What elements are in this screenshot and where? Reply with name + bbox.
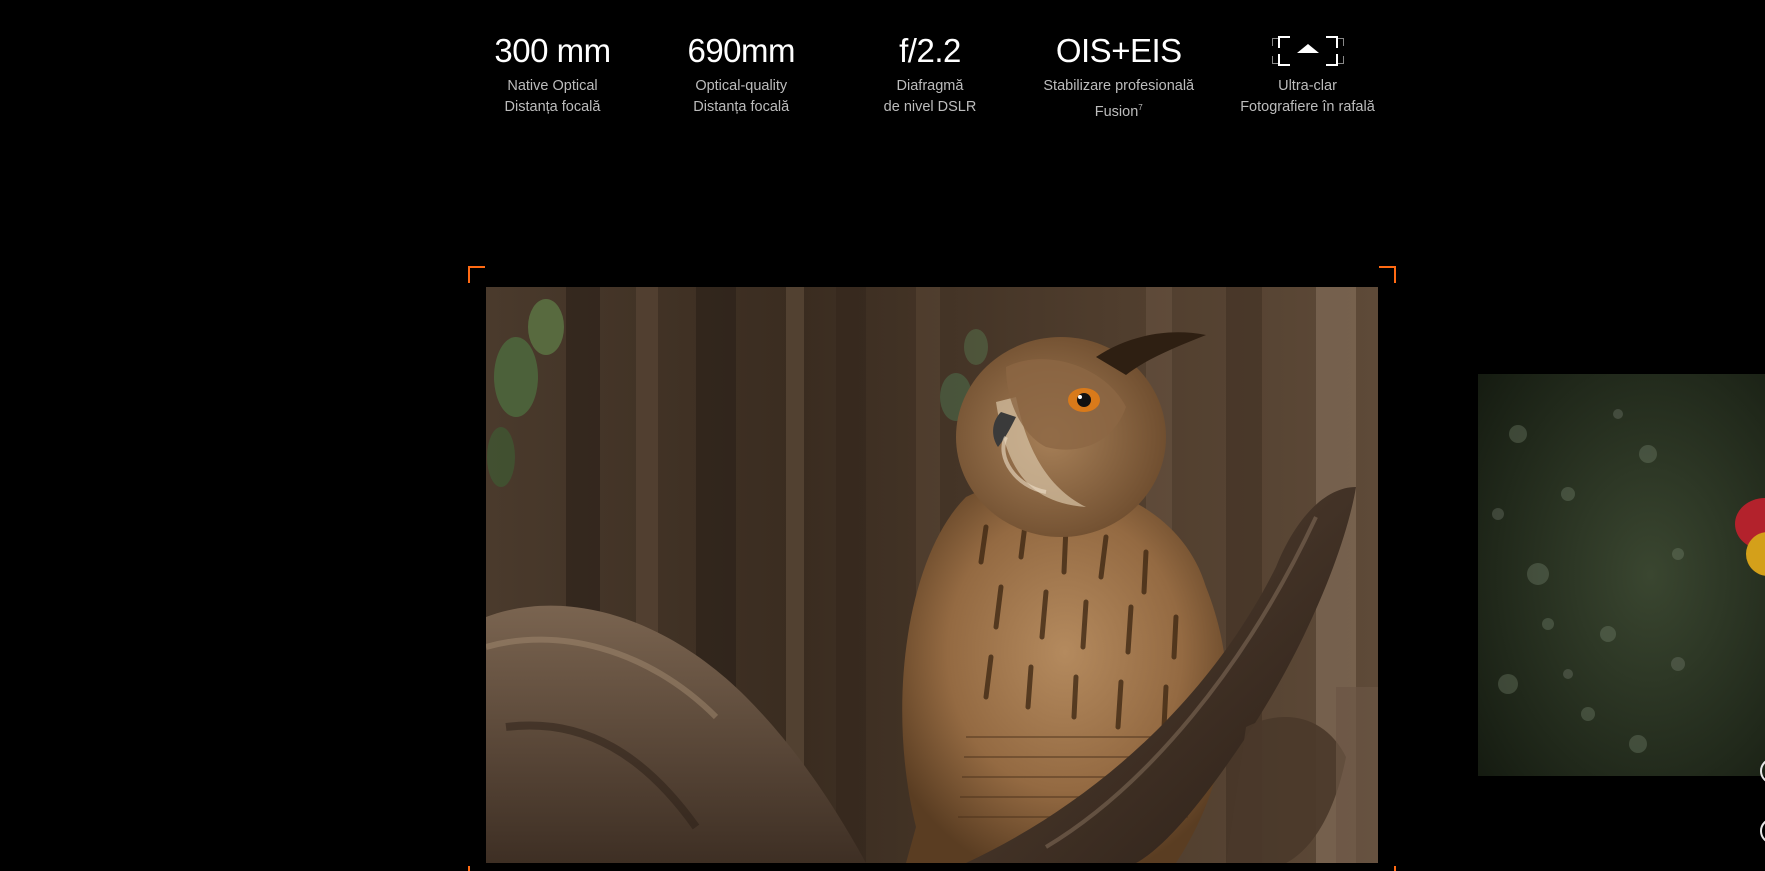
burst-shot-icon xyxy=(1268,34,1348,68)
bird-photo[interactable] xyxy=(1478,374,1765,776)
camera-feature-section: 300 mm Native Optical Distanța focală 69… xyxy=(0,0,1765,871)
frame-corner-bottom-right xyxy=(1379,866,1396,871)
spec-caption-line1: Optical-quality xyxy=(695,78,788,94)
spec-caption: Native Optical Distanța focală xyxy=(465,76,640,118)
footnote-marker: 7 xyxy=(1138,103,1143,112)
spec-value: OIS+EIS xyxy=(1055,32,1182,69)
spec-aperture: f/2.2 Diafragmă de nivel DSLR xyxy=(843,30,1018,123)
spec-caption-line1: Stabilizare profesională xyxy=(1043,78,1195,94)
frame-corner-bottom-left xyxy=(468,866,485,871)
spec-optical-quality-focal-length: 690mm Optical-quality Distanța focală xyxy=(654,30,829,123)
spec-caption-line1: Ultra-clar xyxy=(1278,78,1337,94)
spec-caption-line2: de nivel DSLR xyxy=(883,99,977,115)
spec-caption-line1: Diafragmă xyxy=(896,78,964,94)
spec-caption-line1: Native Optical xyxy=(507,78,598,94)
spec-value: f/2.2 xyxy=(899,32,961,69)
spec-burst-shooting: Ultra-clar Fotografiere în rafală xyxy=(1220,30,1395,123)
spec-stabilization: OIS+EIS Stabilizare profesională Fusion7 xyxy=(1031,30,1206,123)
spec-caption-line2: Distanța focală xyxy=(504,99,601,115)
spec-caption: Diafragmă de nivel DSLR xyxy=(843,76,1018,118)
spec-value: 300 mm xyxy=(494,32,611,69)
owl-photo xyxy=(486,287,1378,863)
spec-caption: Stabilizare profesională Fusion7 xyxy=(1031,76,1206,123)
spec-caption-line2: Fusion xyxy=(1094,104,1139,120)
spec-native-focal-length: 300 mm Native Optical Distanța focală xyxy=(465,30,640,123)
carousel-next-button[interactable] xyxy=(1760,818,1765,844)
spec-caption: Optical-quality Distanța focală xyxy=(654,76,829,118)
spec-caption-line2: Distanța focală xyxy=(693,99,790,115)
spec-caption-line2: Fotografiere în rafală xyxy=(1240,99,1375,115)
spec-caption: Ultra-clar Fotografiere în rafală xyxy=(1220,76,1395,118)
spec-row: 300 mm Native Optical Distanța focală 69… xyxy=(465,30,1395,123)
frame-corner-top-left xyxy=(468,266,485,283)
spec-value: 690mm xyxy=(687,32,796,69)
frame-corner-top-right xyxy=(1379,266,1396,283)
